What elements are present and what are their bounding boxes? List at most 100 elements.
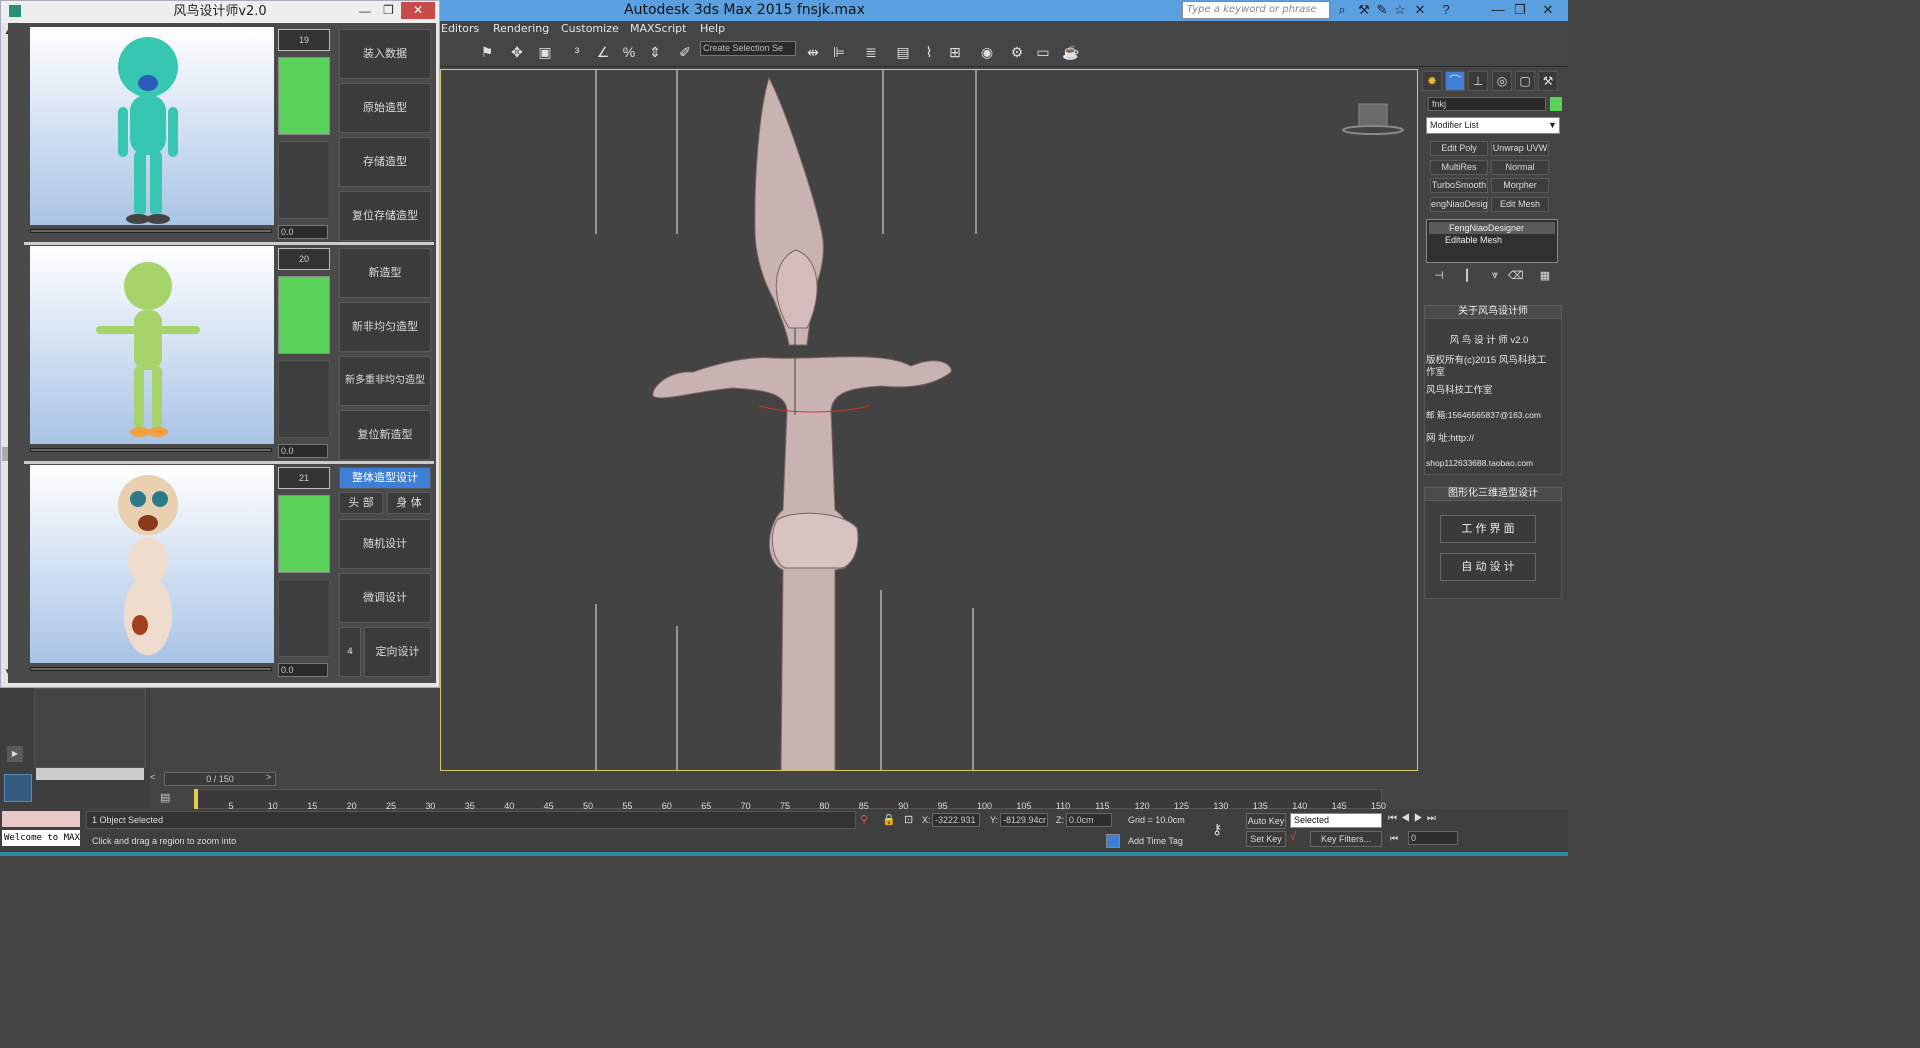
perspective-viewport[interactable] [440, 69, 1418, 771]
object-name-field[interactable]: fnkj [1428, 97, 1546, 111]
new-shape-button[interactable]: 新造型 [339, 248, 431, 298]
curve-editor-icon[interactable]: ⌇ [918, 41, 940, 63]
z-coordinate-field[interactable]: 0.0cm [1066, 813, 1112, 827]
prev-frame-icon[interactable]: < [150, 772, 162, 786]
design-rollout-header[interactable]: 图形化三维造型设计 [1424, 487, 1562, 501]
close-button[interactable]: ✕ [401, 2, 435, 19]
display-tab-icon[interactable]: ▢ [1515, 71, 1535, 91]
directional-value-field[interactable]: 4 [339, 627, 361, 677]
modifier-edit-poly-button[interactable]: Edit Poly [1430, 141, 1488, 156]
minimize-button[interactable]: — [359, 4, 375, 18]
stack-item-editable-mesh[interactable]: Editable Mesh [1429, 234, 1555, 246]
load-data-button[interactable]: 装入数据 [339, 29, 431, 79]
menu-customize[interactable]: Customize [561, 21, 619, 37]
time-tag-icon[interactable] [1106, 834, 1120, 848]
render-setup-icon[interactable]: ⚙ [1006, 41, 1028, 63]
index-field[interactable]: 19 [278, 29, 330, 51]
minimize-button[interactable]: — [1486, 1, 1510, 19]
modifier-unwrap-uvw-button[interactable]: Unwrap UVW [1491, 141, 1549, 156]
key-curve-icon[interactable]: √ [1290, 831, 1308, 847]
restore-button[interactable]: ❐ [1508, 1, 1532, 19]
isolate-icon[interactable]: ⚲ [860, 813, 872, 826]
select-object-icon[interactable]: ▣ [534, 41, 556, 63]
wrench-icon[interactable]: ✎ [1374, 2, 1390, 18]
angle-snap-icon[interactable]: ∠ [592, 41, 614, 63]
new-multi-nonuniform-shape-button[interactable]: 新多重非均匀造型 [339, 356, 431, 406]
curve-editor-mini-icon[interactable]: ▤ [160, 791, 178, 805]
material-editor-icon[interactable]: ◉ [976, 41, 998, 63]
value-spinner[interactable]: 0.0 [278, 663, 328, 677]
y-coordinate-field[interactable]: -8129.94cr [1000, 813, 1048, 827]
value-spinner[interactable]: 0.0 [278, 225, 328, 239]
current-frame-marker[interactable] [194, 789, 198, 809]
workspace-button[interactable]: 工 作 界 面 [1440, 515, 1536, 543]
modifier-list-dropdown[interactable]: Modifier List [1426, 117, 1560, 134]
go-to-start-icon[interactable]: ⏮ [1390, 833, 1404, 847]
overall-design-button[interactable]: 整体造型设计 [339, 467, 431, 489]
make-unique-icon[interactable]: ⩔ [1488, 269, 1502, 283]
search-input[interactable]: Type a keyword or phrase [1182, 1, 1330, 19]
object-color-swatch[interactable] [1550, 97, 1562, 111]
schematic-view-icon[interactable]: ⊞ [944, 41, 966, 63]
reset-stored-shape-button[interactable]: 复位存储造型 [339, 191, 431, 241]
index-field[interactable]: 21 [278, 467, 330, 489]
reset-new-shape-button[interactable]: 复位新造型 [339, 410, 431, 460]
body-button[interactable]: 身 体 [387, 492, 431, 514]
percent-snap-icon[interactable]: % [618, 41, 640, 63]
about-rollout-header[interactable]: 关于风鸟设计师 [1424, 305, 1562, 319]
create-tab-icon[interactable]: ✹ [1422, 71, 1442, 91]
horizontal-scrollbar[interactable] [36, 768, 144, 780]
help-icon[interactable]: ? [1438, 2, 1454, 18]
modifier-fengniao-button[interactable]: engNiaoDesign [1430, 197, 1488, 212]
layers-icon[interactable]: ≣ [860, 41, 882, 63]
align-icon[interactable]: ⊫ [828, 41, 850, 63]
fine-tune-design-button[interactable]: 微调设计 [339, 573, 431, 623]
color-slot[interactable] [278, 276, 330, 354]
lock-icon[interactable]: 🔒 [882, 813, 896, 826]
index-field[interactable]: 20 [278, 248, 330, 270]
frame-field[interactable]: 0 [1408, 831, 1458, 845]
move-icon[interactable]: ✥ [506, 41, 528, 63]
store-shape-button[interactable]: 存储造型 [339, 137, 431, 187]
star-icon[interactable]: ☆ [1392, 2, 1408, 18]
key-mode-dropdown[interactable]: Selected [1290, 813, 1382, 828]
random-design-button[interactable]: 随机设计 [339, 519, 431, 569]
modifier-morpher-button[interactable]: Morpher [1491, 178, 1549, 193]
value-spinner[interactable]: 0.0 [278, 444, 328, 458]
auto-design-button[interactable]: 自 动 设 计 [1440, 553, 1536, 581]
spinner-snap-icon[interactable]: ⇕ [644, 41, 666, 63]
new-nonuniform-shape-button[interactable]: 新非均匀造型 [339, 302, 431, 352]
binoculars-icon[interactable]: ⌕ [1334, 2, 1350, 18]
key-filters-button[interactable]: Key Filters... [1310, 831, 1382, 847]
snap-3d-icon[interactable]: ³ [566, 41, 588, 63]
motion-tab-icon[interactable]: ◎ [1492, 71, 1512, 91]
color-slot[interactable] [278, 57, 330, 135]
community-icon[interactable]: ⚒ [1356, 2, 1372, 18]
chevron-down-icon[interactable]: ▼ [1546, 118, 1559, 133]
mirror-icon[interactable]: ⇹ [802, 41, 824, 63]
next-frame-icon[interactable]: > [266, 772, 278, 786]
preview-new[interactable] [30, 246, 274, 444]
x-coordinate-field[interactable]: -3222.931 [932, 813, 980, 827]
preview-original[interactable] [30, 27, 274, 225]
color-slot[interactable] [278, 495, 330, 573]
scene-explorer-icon[interactable]: ▤ [892, 41, 914, 63]
modifier-edit-mesh-button[interactable]: Edit Mesh [1491, 197, 1549, 212]
playback-controls[interactable]: ⏮◀▶⏭ [1388, 813, 1472, 827]
modifier-normal-button[interactable]: Normal [1491, 160, 1549, 175]
morph-slider[interactable] [30, 229, 272, 233]
selection-set-dropdown[interactable]: Create Selection Se [700, 41, 796, 56]
select-link-icon[interactable]: ⚑ [476, 41, 498, 63]
menu-rendering[interactable]: Rendering [493, 21, 549, 37]
head-button[interactable]: 头 部 [339, 492, 383, 514]
play-icon[interactable]: ▶ [7, 746, 23, 762]
directional-design-button[interactable]: 定向设计 [364, 627, 431, 677]
set-key-icon[interactable]: ⚷ [1212, 821, 1240, 837]
morph-slider[interactable] [30, 448, 272, 452]
listener-input[interactable] [2, 811, 80, 827]
stack-item-fengniao[interactable]: FengNiaoDesigner [1429, 222, 1555, 234]
menu-editors[interactable]: Editors [441, 21, 479, 37]
set-key-button[interactable]: Set Key [1246, 831, 1286, 847]
named-selection-icon[interactable]: ✐ [674, 41, 696, 63]
time-slider[interactable]: 0 / 150 [164, 772, 276, 786]
